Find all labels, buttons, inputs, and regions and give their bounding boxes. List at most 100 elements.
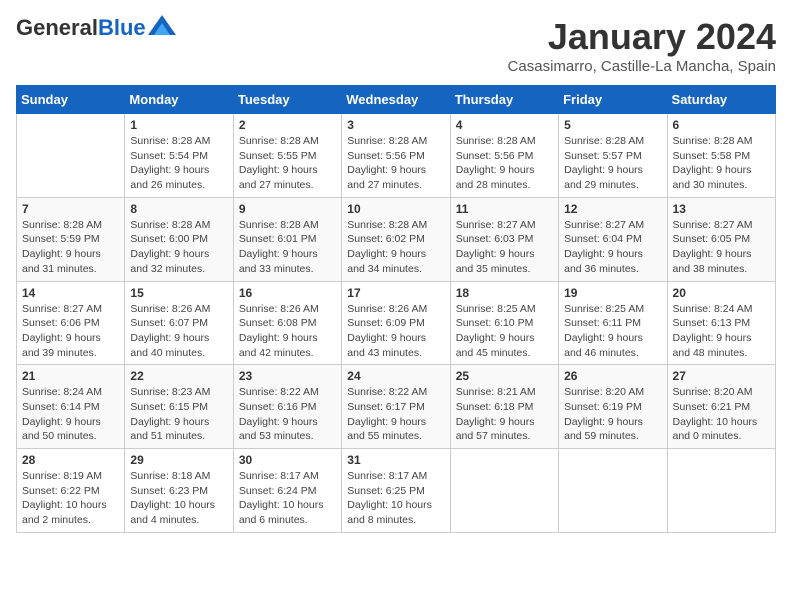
calendar-cell: 2 Sunrise: 8:28 AM Sunset: 5:55 PM Daylig… [233, 114, 341, 198]
logo-text: GeneralBlue [16, 16, 146, 40]
cell-content: Sunrise: 8:26 AM Sunset: 6:08 PM Dayligh… [239, 302, 336, 361]
calendar-table: SundayMondayTuesdayWednesdayThursdayFrid… [16, 85, 776, 533]
calendar-cell: 31Sunrise: 8:17 AM Sunset: 6:25 PM Dayli… [342, 449, 450, 533]
day-number: 29 [130, 453, 227, 467]
calendar-cell: 24 Sunrise: 8:22 AM Sunset: 6:17 PM Dayli… [342, 365, 450, 449]
cell-content: Sunrise: 8:28 AM Sunset: 6:00 PM Dayligh… [130, 218, 227, 277]
calendar-header-sunday: Sunday [17, 86, 125, 114]
cell-content: Sunrise: 8:26 AM Sunset: 6:09 PM Dayligh… [347, 302, 444, 361]
cell-content: Sunrise: 8:28 AM Sunset: 6:01 PM Dayligh… [239, 218, 336, 277]
day-number: 17 [347, 286, 444, 300]
day-number: 4 [456, 118, 553, 132]
calendar-cell: 30 Sunrise: 8:17 AM Sunset: 6:24 PM Dayli… [233, 449, 341, 533]
calendar-week-4: 21 Sunrise: 8:24 AM Sunset: 6:14 PM Dayli… [17, 365, 776, 449]
calendar-cell: 16Sunrise: 8:26 AM Sunset: 6:08 PM Dayli… [233, 281, 341, 365]
cell-content: Sunrise: 8:28 AM Sunset: 5:55 PM Dayligh… [239, 134, 336, 193]
calendar-cell: 28Sunrise: 8:19 AM Sunset: 6:22 PM Dayli… [17, 449, 125, 533]
cell-content: Sunrise: 8:28 AM Sunset: 6:02 PM Dayligh… [347, 218, 444, 277]
cell-content: Sunrise: 8:27 AM Sunset: 6:05 PM Dayligh… [673, 218, 770, 277]
calendar-cell [667, 449, 775, 533]
day-number: 9 [239, 202, 336, 216]
day-number: 7 [22, 202, 119, 216]
calendar-cell: 10 Sunrise: 8:28 AM Sunset: 6:02 PM Dayli… [342, 197, 450, 281]
title-area: January 2024 Casasimarro, Castille-La Ma… [508, 16, 776, 75]
cell-content: Sunrise: 8:28 AM Sunset: 5:54 PM Dayligh… [130, 134, 227, 193]
day-number: 6 [673, 118, 770, 132]
calendar-cell: 26Sunrise: 8:20 AM Sunset: 6:19 PM Dayli… [559, 365, 667, 449]
day-number: 12 [564, 202, 661, 216]
calendar-cell: 22Sunrise: 8:23 AM Sunset: 6:15 PM Dayli… [125, 365, 233, 449]
calendar-cell: 17 Sunrise: 8:26 AM Sunset: 6:09 PM Dayli… [342, 281, 450, 365]
day-number: 23 [239, 369, 336, 383]
calendar-week-5: 28Sunrise: 8:19 AM Sunset: 6:22 PM Dayli… [17, 449, 776, 533]
calendar-cell: 23Sunrise: 8:22 AM Sunset: 6:16 PM Dayli… [233, 365, 341, 449]
calendar-header-monday: Monday [125, 86, 233, 114]
cell-content: Sunrise: 8:23 AM Sunset: 6:15 PM Dayligh… [130, 385, 227, 444]
calendar-week-3: 14 Sunrise: 8:27 AM Sunset: 6:06 PM Dayli… [17, 281, 776, 365]
calendar-cell: 14 Sunrise: 8:27 AM Sunset: 6:06 PM Dayli… [17, 281, 125, 365]
day-number: 5 [564, 118, 661, 132]
calendar-cell: 25 Sunrise: 8:21 AM Sunset: 6:18 PM Dayli… [450, 365, 558, 449]
day-number: 21 [22, 369, 119, 383]
cell-content: Sunrise: 8:28 AM Sunset: 5:57 PM Dayligh… [564, 134, 661, 193]
calendar-cell: 5 Sunrise: 8:28 AM Sunset: 5:57 PM Daylig… [559, 114, 667, 198]
calendar-cell [450, 449, 558, 533]
calendar-header-row: SundayMondayTuesdayWednesdayThursdayFrid… [17, 86, 776, 114]
cell-content: Sunrise: 8:17 AM Sunset: 6:24 PM Dayligh… [239, 469, 336, 528]
day-number: 24 [347, 369, 444, 383]
day-number: 3 [347, 118, 444, 132]
calendar-cell: 19Sunrise: 8:25 AM Sunset: 6:11 PM Dayli… [559, 281, 667, 365]
calendar-cell: 8 Sunrise: 8:28 AM Sunset: 6:00 PM Daylig… [125, 197, 233, 281]
subtitle: Casasimarro, Castille-La Mancha, Spain [508, 58, 776, 75]
calendar-cell [559, 449, 667, 533]
day-number: 11 [456, 202, 553, 216]
calendar-cell: 11Sunrise: 8:27 AM Sunset: 6:03 PM Dayli… [450, 197, 558, 281]
calendar-cell: 15Sunrise: 8:26 AM Sunset: 6:07 PM Dayli… [125, 281, 233, 365]
day-number: 30 [239, 453, 336, 467]
cell-content: Sunrise: 8:18 AM Sunset: 6:23 PM Dayligh… [130, 469, 227, 528]
day-number: 20 [673, 286, 770, 300]
calendar-cell: 29 Sunrise: 8:18 AM Sunset: 6:23 PM Dayli… [125, 449, 233, 533]
logo-icon [148, 15, 176, 35]
cell-content: Sunrise: 8:17 AM Sunset: 6:25 PM Dayligh… [347, 469, 444, 528]
logo: GeneralBlue [16, 16, 176, 40]
calendar-header-wednesday: Wednesday [342, 86, 450, 114]
day-number: 15 [130, 286, 227, 300]
calendar-header-tuesday: Tuesday [233, 86, 341, 114]
cell-content: Sunrise: 8:24 AM Sunset: 6:13 PM Dayligh… [673, 302, 770, 361]
day-number: 14 [22, 286, 119, 300]
month-title: January 2024 [508, 16, 776, 58]
cell-content: Sunrise: 8:27 AM Sunset: 6:04 PM Dayligh… [564, 218, 661, 277]
cell-content: Sunrise: 8:28 AM Sunset: 5:56 PM Dayligh… [456, 134, 553, 193]
cell-content: Sunrise: 8:19 AM Sunset: 6:22 PM Dayligh… [22, 469, 119, 528]
calendar-cell: 4 Sunrise: 8:28 AM Sunset: 5:56 PM Daylig… [450, 114, 558, 198]
calendar-cell [17, 114, 125, 198]
cell-content: Sunrise: 8:21 AM Sunset: 6:18 PM Dayligh… [456, 385, 553, 444]
cell-content: Sunrise: 8:28 AM Sunset: 5:59 PM Dayligh… [22, 218, 119, 277]
day-number: 1 [130, 118, 227, 132]
calendar-cell: 3 Sunrise: 8:28 AM Sunset: 5:56 PM Daylig… [342, 114, 450, 198]
day-number: 2 [239, 118, 336, 132]
header: GeneralBlue January 2024 Casasimarro, Ca… [16, 16, 776, 75]
calendar-header-saturday: Saturday [667, 86, 775, 114]
calendar-cell: 27Sunrise: 8:20 AM Sunset: 6:21 PM Dayli… [667, 365, 775, 449]
cell-content: Sunrise: 8:24 AM Sunset: 6:14 PM Dayligh… [22, 385, 119, 444]
cell-content: Sunrise: 8:22 AM Sunset: 6:17 PM Dayligh… [347, 385, 444, 444]
calendar-cell: 7 Sunrise: 8:28 AM Sunset: 5:59 PM Daylig… [17, 197, 125, 281]
calendar-week-1: 1 Sunrise: 8:28 AM Sunset: 5:54 PM Daylig… [17, 114, 776, 198]
calendar-cell: 12 Sunrise: 8:27 AM Sunset: 6:04 PM Dayli… [559, 197, 667, 281]
cell-content: Sunrise: 8:27 AM Sunset: 6:06 PM Dayligh… [22, 302, 119, 361]
day-number: 18 [456, 286, 553, 300]
day-number: 27 [673, 369, 770, 383]
day-number: 13 [673, 202, 770, 216]
calendar-week-2: 7 Sunrise: 8:28 AM Sunset: 5:59 PM Daylig… [17, 197, 776, 281]
calendar-cell: 6 Sunrise: 8:28 AM Sunset: 5:58 PM Daylig… [667, 114, 775, 198]
day-number: 26 [564, 369, 661, 383]
calendar-cell: 21 Sunrise: 8:24 AM Sunset: 6:14 PM Dayli… [17, 365, 125, 449]
cell-content: Sunrise: 8:28 AM Sunset: 5:58 PM Dayligh… [673, 134, 770, 193]
day-number: 25 [456, 369, 553, 383]
calendar-header-friday: Friday [559, 86, 667, 114]
day-number: 8 [130, 202, 227, 216]
day-number: 10 [347, 202, 444, 216]
cell-content: Sunrise: 8:28 AM Sunset: 5:56 PM Dayligh… [347, 134, 444, 193]
